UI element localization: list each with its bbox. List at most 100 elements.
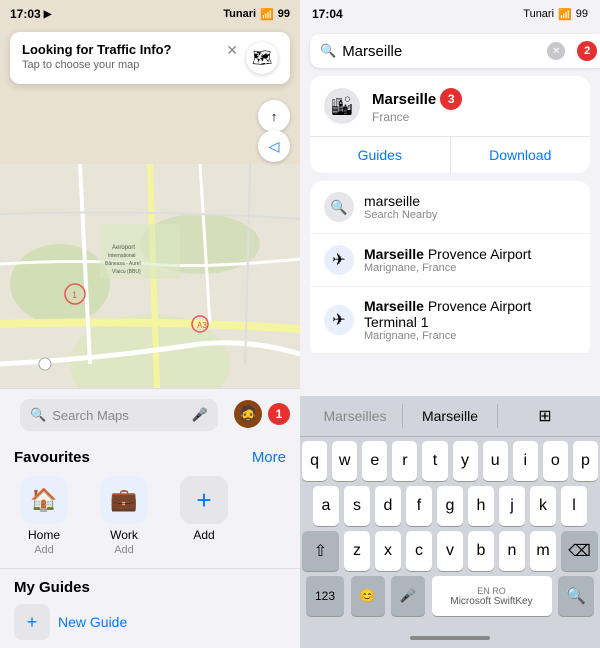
svg-text:1: 1 [72, 290, 77, 300]
fav-item-home[interactable]: 🏠 Home Add [14, 476, 74, 556]
key-f[interactable]: f [406, 486, 432, 526]
download-button[interactable]: Download [450, 137, 591, 173]
autocomplete-word-1[interactable]: Marseilles [308, 404, 403, 428]
sug-plane-icon-3: ✈ [324, 305, 354, 335]
result-name: Marseille [372, 91, 436, 108]
more-link[interactable]: More [252, 449, 286, 466]
delete-key[interactable]: ⌫ [561, 531, 598, 571]
autocomplete-word-2[interactable]: Marseille [403, 404, 498, 428]
mic-key[interactable]: 🎤 [391, 576, 425, 616]
key-y[interactable]: y [453, 441, 478, 481]
key-n[interactable]: n [499, 531, 525, 571]
traffic-subtitle: Tap to choose your map [22, 59, 172, 71]
new-guide-icon: + [14, 604, 50, 640]
autocomplete-label-2: Marseille [422, 408, 478, 424]
keyboard-keys: q w e r t y u i o p a s d f g h j k [300, 437, 600, 628]
add-fav-icon: + [180, 476, 228, 524]
key-s[interactable]: s [344, 486, 370, 526]
num-key[interactable]: 123 [306, 576, 344, 616]
home-indicator [300, 628, 600, 648]
search-icon-right: 🔍 [320, 43, 336, 59]
autocomplete-word-3[interactable]: ⊞ [498, 402, 592, 430]
keyboard-area: Marseilles Marseille ⊞ q w e r t y u i o [300, 396, 600, 648]
ac-grid-icon: ⊞ [538, 406, 551, 426]
space-lang: EN RO [477, 586, 506, 596]
map-icon: 🗺 [246, 42, 278, 74]
search-input-right[interactable] [342, 43, 541, 60]
suggestion-item-3[interactable]: ✈ Marseille Provence Airport Terminal 1 … [310, 287, 590, 354]
time-right: 17:04 [312, 7, 343, 21]
space-brand: Microsoft SwiftKey [450, 596, 532, 607]
badge-2: 2 [577, 41, 597, 61]
carrier-right: Tunari [523, 8, 554, 20]
location-arrow-icon: ▶ [44, 9, 52, 20]
shift-key[interactable]: ⇧ [302, 531, 339, 571]
suggestion-separator [310, 354, 590, 358]
my-guides-title: My Guides [14, 573, 286, 596]
guides-button[interactable]: Guides [310, 137, 450, 173]
new-guide-row[interactable]: + New Guide [14, 596, 286, 644]
compass-button[interactable]: ↑ [258, 100, 290, 132]
key-o[interactable]: o [543, 441, 568, 481]
key-q[interactable]: q [302, 441, 327, 481]
key-e[interactable]: e [362, 441, 387, 481]
key-x[interactable]: x [375, 531, 401, 571]
home-fav-label: Home [28, 528, 60, 542]
key-v[interactable]: v [437, 531, 463, 571]
location-button[interactable]: ◁ [258, 130, 290, 162]
compass-icon: ↑ [271, 109, 278, 124]
home-fav-sub: Add [34, 544, 54, 556]
key-r[interactable]: r [392, 441, 417, 481]
space-key[interactable]: EN RO Microsoft SwiftKey [432, 576, 552, 616]
key-c[interactable]: c [406, 531, 432, 571]
avatar-icon[interactable]: 🧔 [234, 400, 262, 428]
add-fav-label: Add [193, 528, 214, 542]
svg-text:Băneasa - Aurel: Băneasa - Aurel [105, 261, 141, 267]
right-panel: 17:04 Tunari 📶 99 🔍 ✕ 2 Cancel 🏙 Marseil… [300, 0, 600, 648]
key-m[interactable]: m [530, 531, 556, 571]
key-p[interactable]: p [573, 441, 598, 481]
key-j[interactable]: j [499, 486, 525, 526]
main-result-card: 🏙 Marseille 3 France Guides Download [310, 76, 590, 173]
key-d[interactable]: d [375, 486, 401, 526]
suggestion-item-1[interactable]: 🔍 marseille Search Nearby [310, 181, 590, 234]
fav-item-add[interactable]: + Add [174, 476, 234, 556]
key-h[interactable]: h [468, 486, 494, 526]
key-u[interactable]: u [483, 441, 508, 481]
key-i[interactable]: i [513, 441, 538, 481]
sug-title-1: marseille [364, 193, 437, 209]
key-w[interactable]: w [332, 441, 357, 481]
key-g[interactable]: g [437, 486, 463, 526]
sug-title-2: Marseille Provence Airport [364, 246, 531, 262]
traffic-text: Looking for Traffic Info? Tap to choose … [22, 42, 172, 71]
sug-title-3: Marseille Provence Airport Terminal 1 [364, 298, 576, 330]
svg-text:A3: A3 [197, 321, 207, 330]
search-key[interactable]: 🔍 [558, 576, 594, 616]
clear-search-button[interactable]: ✕ [547, 42, 565, 60]
search-row: 🔍 Search Maps 🎤 🧔 1 [0, 389, 300, 445]
fav-item-work[interactable]: 💼 Work Add [94, 476, 154, 556]
wifi-icon-right: 📶 [558, 8, 572, 21]
kb-row-2: a s d f g h j k l [302, 486, 598, 526]
sug-sub-1: Search Nearby [364, 209, 437, 221]
badge-3: 3 [440, 88, 462, 110]
suggestion-item-2[interactable]: ✈ Marseille Provence Airport Marignane, … [310, 234, 590, 287]
work-fav-label: Work [110, 528, 138, 542]
key-t[interactable]: t [422, 441, 447, 481]
wifi-icon-left: 📶 [260, 8, 274, 21]
fav-items: 🏠 Home Add 💼 Work Add + Add [0, 472, 300, 568]
key-a[interactable]: a [313, 486, 339, 526]
mic-icon-left[interactable]: 🎤 [192, 407, 208, 423]
key-z[interactable]: z [344, 531, 370, 571]
key-k[interactable]: k [530, 486, 556, 526]
traffic-banner[interactable]: Looking for Traffic Info? Tap to choose … [10, 32, 290, 84]
search-input-bar[interactable]: 🔍 ✕ 2 [310, 34, 600, 68]
key-l[interactable]: l [561, 486, 587, 526]
sug-sub-3: Marignane, France [364, 330, 576, 342]
kb-row-1: q w e r t y u i o p [302, 441, 598, 481]
traffic-close-icon[interactable]: ✕ [226, 42, 238, 59]
key-b[interactable]: b [468, 531, 494, 571]
search-bar-left[interactable]: 🔍 Search Maps 🎤 [20, 399, 218, 431]
emoji-key[interactable]: 😊 [351, 576, 385, 616]
main-result-item[interactable]: 🏙 Marseille 3 France [310, 76, 590, 136]
